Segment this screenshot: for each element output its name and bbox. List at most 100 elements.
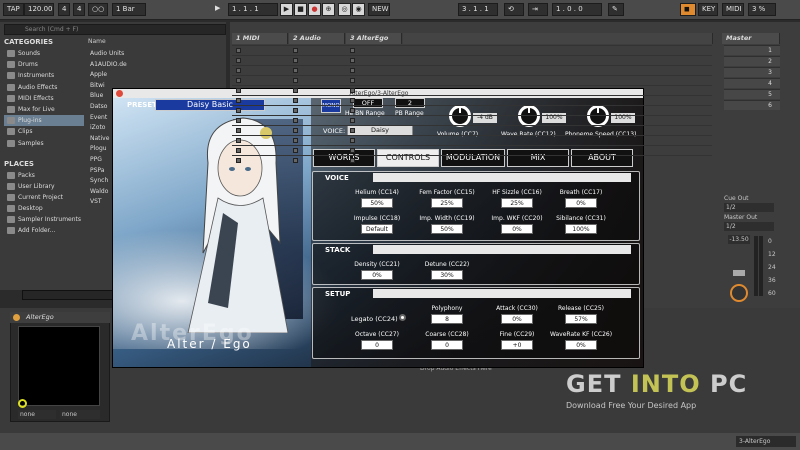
- clip-slot-button[interactable]: [236, 158, 241, 163]
- voice-param-0-value[interactable]: 50%: [361, 198, 393, 208]
- position-field[interactable]: 1 . 1 . 1: [228, 3, 278, 16]
- xy-pad[interactable]: [18, 326, 100, 406]
- category-audio-effects[interactable]: Audio Effects: [4, 82, 84, 93]
- browser-item[interactable]: Datso: [86, 101, 226, 112]
- browser-item[interactable]: Blue: [86, 90, 226, 101]
- place-sampler-instruments[interactable]: Sampler Instruments: [4, 214, 84, 225]
- clip-slot-button[interactable]: [293, 118, 298, 123]
- browser-item[interactable]: Audio Units: [86, 48, 226, 59]
- clip-slot-button[interactable]: [350, 108, 355, 113]
- new-button[interactable]: NEW: [368, 3, 390, 16]
- play-button[interactable]: ▶: [280, 3, 293, 16]
- midi-button[interactable]: MIDI: [722, 3, 744, 16]
- scene-launch-6[interactable]: 6: [724, 100, 780, 110]
- browser-item[interactable]: iZoto: [86, 122, 226, 133]
- clip-slot-button[interactable]: [236, 98, 241, 103]
- loop-icon[interactable]: ⟲: [504, 3, 524, 16]
- cue-out-select[interactable]: 1/2: [724, 203, 774, 212]
- browser-item[interactable]: Synch: [86, 175, 226, 186]
- clip-slot-button[interactable]: [293, 148, 298, 153]
- clip-slot-button[interactable]: [293, 78, 298, 83]
- master-volume[interactable]: -13.50: [728, 235, 750, 244]
- metronome-toggle[interactable]: ○○: [88, 3, 109, 16]
- scene-launch-4[interactable]: 4: [724, 78, 780, 88]
- clip-slot-button[interactable]: [350, 128, 355, 133]
- place-user-library[interactable]: User Library: [4, 181, 84, 192]
- tap-button[interactable]: TAP: [3, 3, 24, 16]
- browser-item[interactable]: A1AUDIO.de: [86, 59, 226, 70]
- clip-slot-button[interactable]: [293, 158, 298, 163]
- clip-slot-button[interactable]: [350, 48, 355, 53]
- voice-param-7-value[interactable]: 100%: [565, 224, 597, 234]
- category-max-for-live[interactable]: Max for Live: [4, 104, 84, 115]
- overdub-icon[interactable]: ⊕: [322, 3, 335, 16]
- voice-param-1-value[interactable]: 25%: [431, 198, 463, 208]
- clip-slot-button[interactable]: [236, 78, 241, 83]
- setup-param-4-value[interactable]: 0: [431, 340, 463, 350]
- category-instruments[interactable]: Instruments: [4, 70, 84, 81]
- device-power-icon[interactable]: [13, 314, 20, 321]
- track-header-1[interactable]: 1 MIDI: [232, 33, 288, 44]
- browser-item[interactable]: Bitwi: [86, 80, 226, 91]
- clip-slot-button[interactable]: [293, 108, 298, 113]
- clip-slot-button[interactable]: [236, 138, 241, 143]
- track-header-2[interactable]: 2 Audio: [289, 33, 345, 44]
- category-drums[interactable]: Drums: [4, 59, 84, 70]
- clip-slot-button[interactable]: [350, 158, 355, 163]
- category-sounds[interactable]: Sounds: [4, 48, 84, 59]
- voice-param-4-value[interactable]: Default: [361, 224, 393, 234]
- clip-slot-button[interactable]: [236, 148, 241, 153]
- scene-launch-1[interactable]: 1: [724, 45, 780, 55]
- category-plug-ins[interactable]: Plug-ins: [4, 115, 84, 127]
- sig-numerator[interactable]: 4: [58, 3, 71, 16]
- browser-item[interactable]: VST: [86, 196, 226, 207]
- clip-slot-button[interactable]: [236, 118, 241, 123]
- x-param-select[interactable]: none: [18, 410, 56, 419]
- solo-icon[interactable]: [733, 270, 745, 276]
- clip-slot-button[interactable]: [350, 118, 355, 123]
- place-current-project[interactable]: Current Project: [4, 192, 84, 203]
- category-clips[interactable]: Clips: [4, 126, 84, 137]
- clip-slot-button[interactable]: [236, 68, 241, 73]
- browser-item[interactable]: Apple: [86, 69, 226, 80]
- y-param-select[interactable]: none: [60, 410, 100, 419]
- clip-slot-button[interactable]: [293, 138, 298, 143]
- clip-slot-button[interactable]: [293, 48, 298, 53]
- scene-launch-3[interactable]: 3: [724, 67, 780, 77]
- clip-slot-button[interactable]: [350, 58, 355, 63]
- browser-item[interactable]: PSPa: [86, 165, 226, 176]
- place-packs[interactable]: Packs: [4, 170, 84, 181]
- place-add-folder-[interactable]: Add Folder...: [4, 225, 84, 236]
- voice-param-6-value[interactable]: 0%: [501, 224, 533, 234]
- clip-slot-button[interactable]: [350, 138, 355, 143]
- automation-icon[interactable]: ◎: [338, 3, 351, 16]
- voice-param-3-value[interactable]: 0%: [565, 198, 597, 208]
- stack-param-0-value[interactable]: 0%: [361, 270, 393, 280]
- setup-param-3-value[interactable]: 0: [361, 340, 393, 350]
- search-input[interactable]: Search (Cmd + F): [4, 24, 226, 35]
- clip-slot-button[interactable]: [236, 128, 241, 133]
- master-out-select[interactable]: 1/2: [724, 222, 774, 231]
- arm-icon[interactable]: ◉: [352, 3, 365, 16]
- place-desktop[interactable]: Desktop: [4, 203, 84, 214]
- voice-param-2-value[interactable]: 25%: [501, 198, 533, 208]
- master-header[interactable]: Master: [722, 33, 780, 44]
- setup-param-0-value[interactable]: 8: [431, 314, 463, 324]
- clip-slot-button[interactable]: [350, 88, 355, 93]
- browser-item[interactable]: PPG: [86, 154, 226, 165]
- browser-item[interactable]: Plogu: [86, 143, 226, 154]
- track-header-3[interactable]: 3 AlterEgo: [346, 33, 402, 44]
- browser-item[interactable]: Waldo: [86, 186, 226, 197]
- legato-toggle[interactable]: [399, 314, 406, 321]
- punch-icon[interactable]: ⇥: [528, 3, 548, 16]
- category-midi-effects[interactable]: MIDI Effects: [4, 93, 84, 104]
- loop-start-field[interactable]: 3 . 1 . 1: [458, 3, 498, 16]
- follow-icon[interactable]: ▶: [212, 3, 222, 16]
- sig-denominator[interactable]: 4: [73, 3, 86, 16]
- loop-length-field[interactable]: 1 . 0 . 0: [552, 3, 602, 16]
- clip-slot-button[interactable]: [350, 98, 355, 103]
- scene-launch-2[interactable]: 2: [724, 56, 780, 66]
- clip-slot-button[interactable]: [293, 88, 298, 93]
- stop-button[interactable]: ■: [294, 3, 307, 16]
- setup-param-1-value[interactable]: 0%: [501, 314, 533, 324]
